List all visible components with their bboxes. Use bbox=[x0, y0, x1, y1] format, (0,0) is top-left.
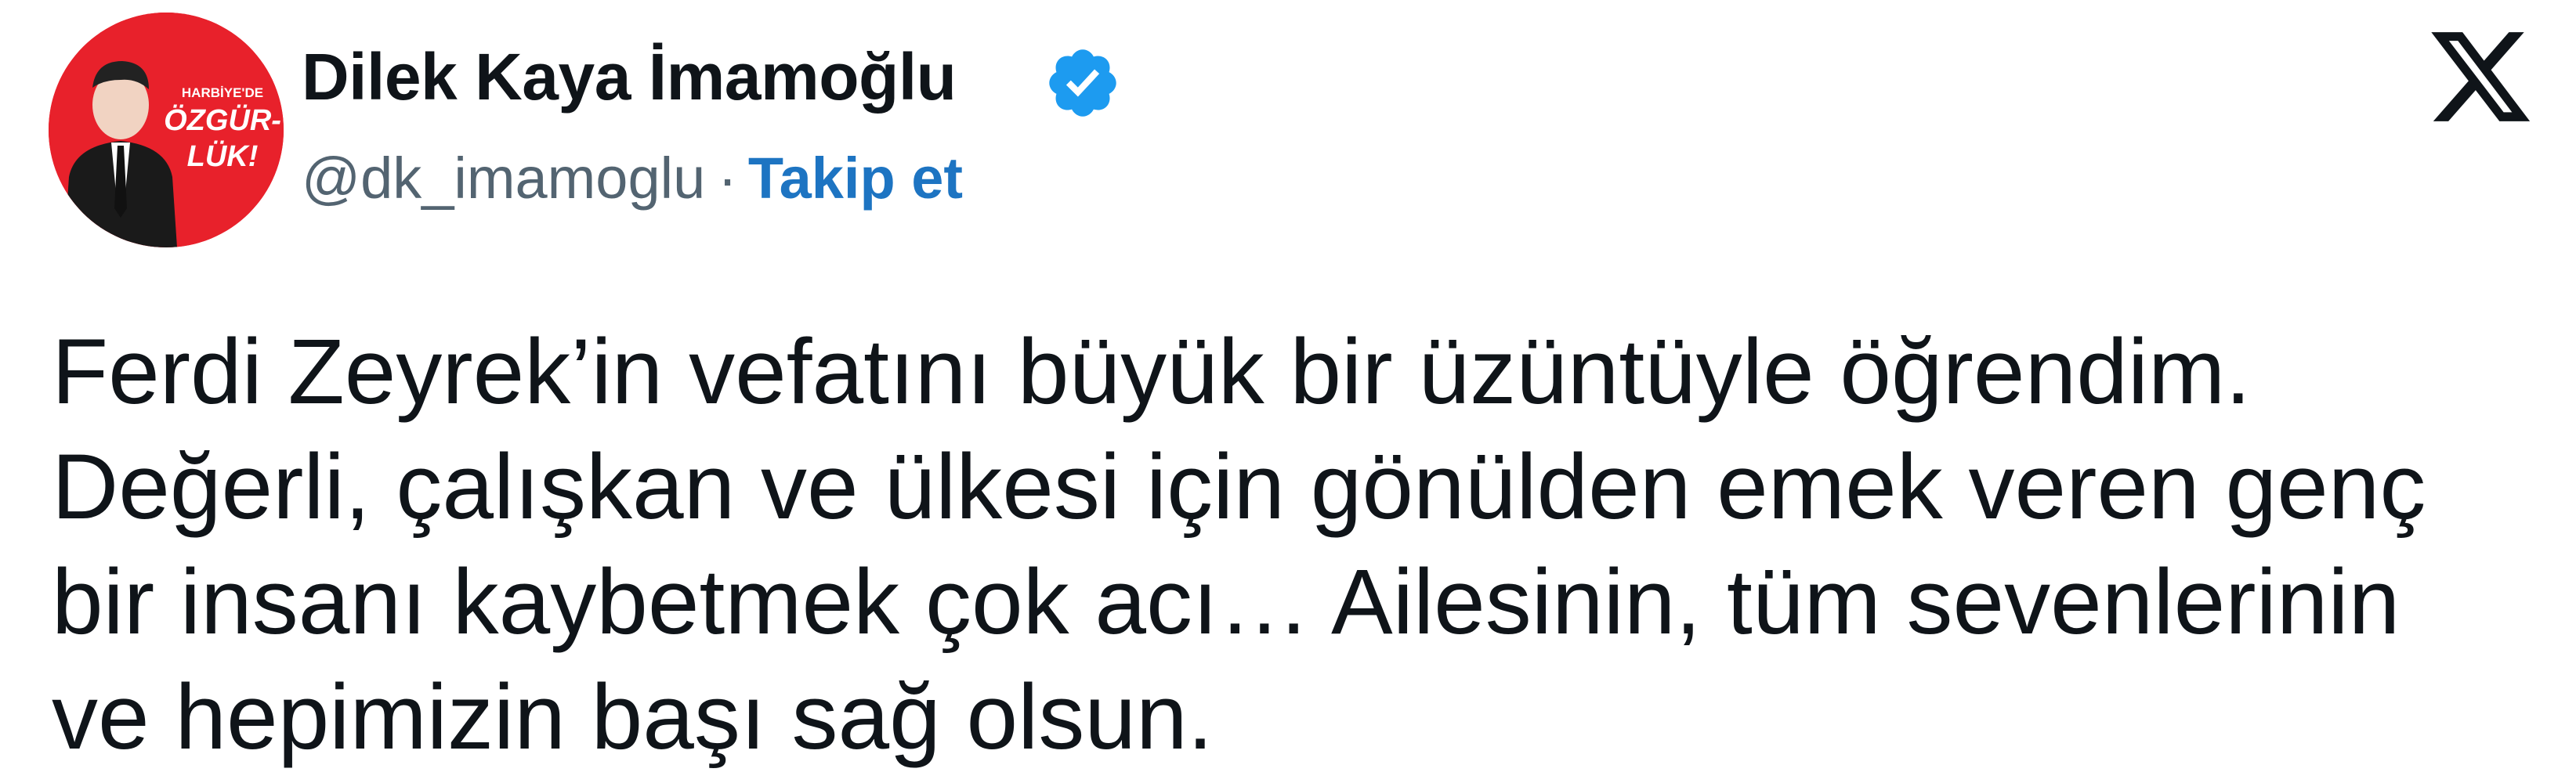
tweet-text-line: ve hepimizin başı sağ olsun. bbox=[52, 666, 1214, 769]
separator-dot: · bbox=[718, 146, 737, 211]
tweet-header: HARBİYE'DE ÖZGÜR- LÜK! Dilek Kaya İmamoğ… bbox=[0, 0, 2576, 266]
x-logo-icon[interactable] bbox=[2426, 22, 2535, 132]
author-display-name[interactable]: Dilek Kaya İmamoğlu bbox=[302, 38, 957, 116]
follow-button[interactable]: Takip et bbox=[748, 146, 963, 211]
tweet-text-line: Değerli, çalışkan ve ülkesi için gönülde… bbox=[52, 435, 2426, 539]
avatar-text-2: ÖZGÜR- bbox=[164, 103, 281, 137]
avatar[interactable]: HARBİYE'DE ÖZGÜR- LÜK! bbox=[49, 13, 284, 247]
avatar-image: HARBİYE'DE ÖZGÜR- LÜK! bbox=[49, 13, 284, 247]
tweet-text: Ferdi Zeyrek’in vefatını büyük bir üzünt… bbox=[52, 315, 2520, 775]
avatar-text-3: LÜK! bbox=[187, 139, 259, 173]
tweet-embed: HARBİYE'DE ÖZGÜR- LÜK! Dilek Kaya İmamoğ… bbox=[0, 0, 2576, 783]
tweet-text-line: bir insanı kaybetmek çok acı… Ailesinin,… bbox=[52, 550, 2401, 654]
author-subline: @dk_imamoglu · Takip et bbox=[302, 139, 963, 218]
author-handle[interactable]: @dk_imamoglu bbox=[302, 146, 705, 211]
verified-badge-icon bbox=[1044, 44, 1122, 122]
avatar-text-1: HARBİYE'DE bbox=[182, 85, 263, 100]
tweet-text-line: Ferdi Zeyrek’in vefatını büyük bir üzünt… bbox=[52, 320, 2252, 424]
